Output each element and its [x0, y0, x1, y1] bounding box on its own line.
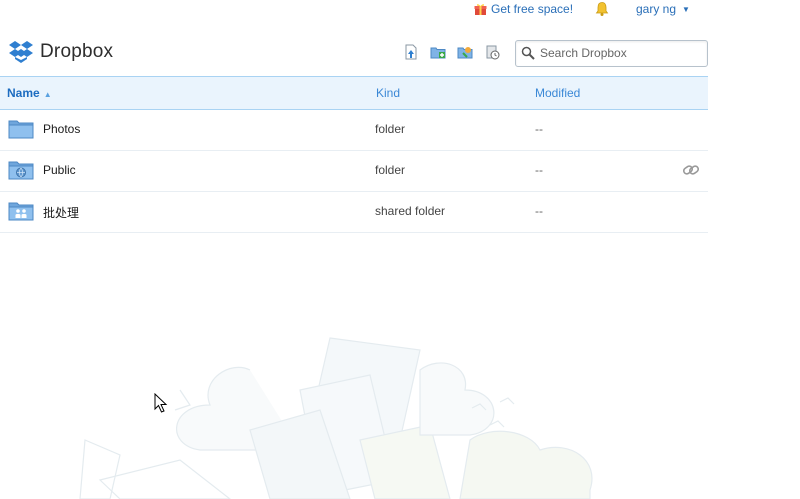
chevron-down-icon: ▼	[682, 4, 690, 14]
file-kind: shared folder	[375, 204, 446, 218]
deleted-files-icon[interactable]	[484, 44, 500, 60]
table-row[interactable]: Photos folder --	[0, 110, 708, 151]
file-modified: --	[535, 163, 543, 177]
mouse-cursor-icon	[154, 393, 168, 413]
top-bar: Get free space! gary ng ▼	[0, 0, 800, 20]
new-folder-icon[interactable]	[430, 44, 446, 60]
file-kind: folder	[375, 163, 406, 177]
get-free-space-label: Get free space!	[491, 2, 574, 16]
brand-title: Dropbox	[40, 41, 114, 62]
column-header-kind[interactable]: Kind	[376, 86, 400, 100]
gift-icon	[474, 3, 487, 15]
search-input[interactable]	[540, 44, 700, 62]
dropbox-logo-icon	[9, 41, 33, 63]
search-icon	[521, 46, 535, 60]
shared-folder-icon	[8, 202, 34, 221]
column-header-modified[interactable]: Modified	[535, 86, 580, 100]
folder-icon	[8, 120, 34, 139]
sort-ascending-icon: ▲	[43, 90, 52, 99]
table-row[interactable]: 批处理 shared folder --	[0, 192, 708, 233]
brand[interactable]: Dropbox	[8, 40, 113, 64]
table-row[interactable]: Public folder --	[0, 151, 708, 192]
public-folder-icon	[8, 161, 34, 180]
table-header: Name ▲ Kind Modified	[0, 76, 708, 110]
user-menu[interactable]: gary ng ▼	[636, 2, 690, 16]
upload-icon[interactable]	[403, 44, 419, 60]
file-table: Name ▲ Kind Modified Photos folder -- Pub…	[0, 76, 708, 233]
column-header-name[interactable]: Name ▲	[7, 86, 52, 100]
empty-state-illustration	[79, 337, 593, 499]
paperclip-link-icon[interactable]	[682, 162, 700, 178]
username: gary ng	[636, 2, 677, 16]
file-modified: --	[535, 122, 543, 136]
file-modified: --	[535, 204, 543, 218]
file-name[interactable]: 批处理	[43, 204, 79, 221]
bell-icon[interactable]	[594, 1, 610, 17]
file-name[interactable]: Public	[43, 163, 76, 177]
file-name[interactable]: Photos	[43, 122, 80, 136]
shared-folder-icon[interactable]	[457, 44, 473, 60]
column-name-label: Name	[7, 86, 40, 100]
get-free-space-link[interactable]: Get free space!	[474, 2, 573, 16]
search-box	[515, 40, 708, 67]
toolbar	[403, 44, 500, 60]
file-kind: folder	[375, 122, 406, 136]
